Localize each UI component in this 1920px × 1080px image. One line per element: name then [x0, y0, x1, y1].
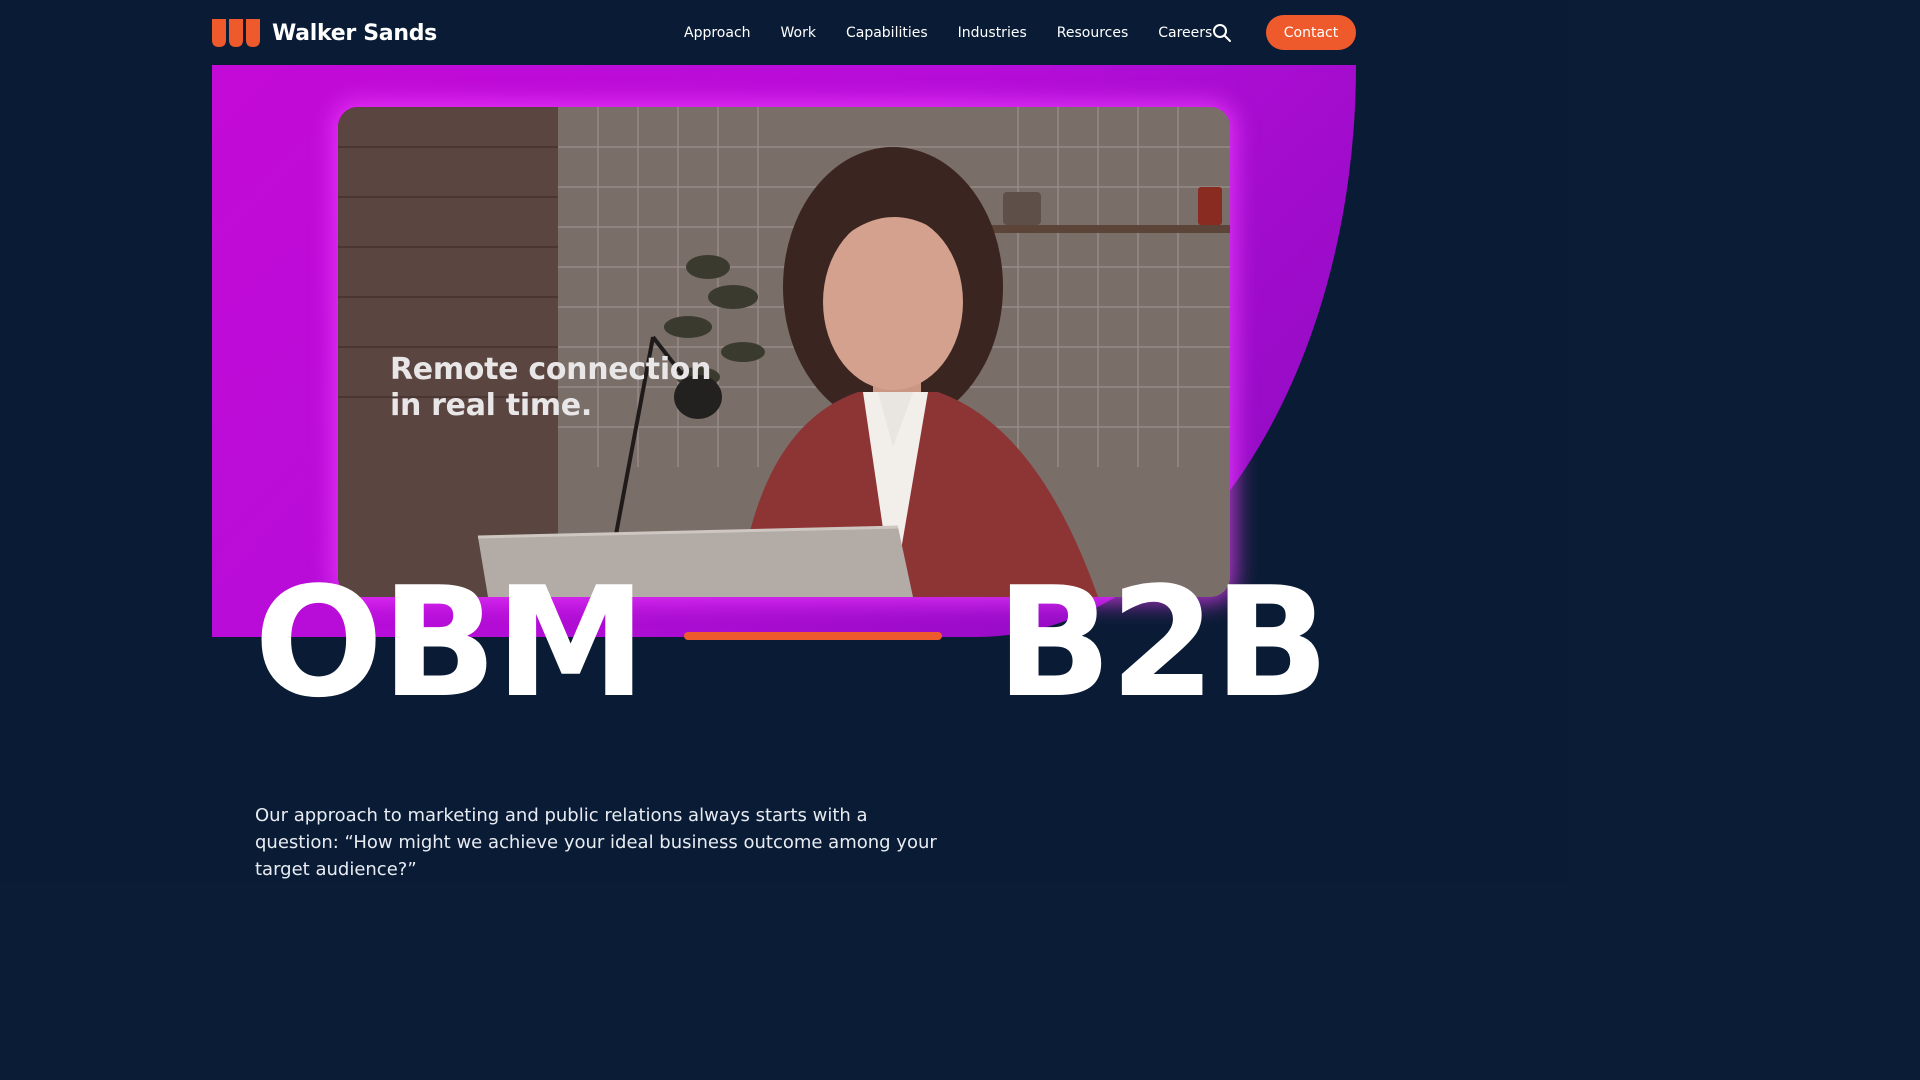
hero-divider-bar	[684, 632, 942, 640]
site-header: Walker Sands Approach Work Capabilities …	[212, 15, 1356, 51]
video-caption-line-2: in real time.	[390, 388, 592, 423]
video-caption-line-1: Remote connection	[390, 352, 712, 387]
video-caption: Remote connection in real time.	[390, 352, 711, 424]
walker-sands-logo-icon	[212, 19, 260, 47]
nav-item-careers[interactable]: Careers	[1158, 25, 1212, 41]
nav-item-capabilities[interactable]: Capabilities	[846, 25, 928, 41]
contact-button[interactable]: Contact	[1266, 15, 1356, 50]
hero-word-left: OBM	[254, 554, 646, 731]
main-nav: Approach Work Capabilities Industries Re…	[684, 15, 1242, 51]
search-icon[interactable]	[1212, 23, 1232, 43]
page: Walker Sands Approach Work Capabilities …	[0, 0, 1568, 882]
nav-item-approach[interactable]: Approach	[684, 25, 751, 41]
hero-word-right: B2B	[996, 554, 1329, 731]
intro-paragraph: Our approach to marketing and public rel…	[255, 805, 937, 880]
nav-item-industries[interactable]: Industries	[958, 25, 1027, 41]
hero-video[interactable]: Remote connection in real time.	[338, 107, 1230, 597]
nav-item-work[interactable]: Work	[781, 25, 816, 41]
brand-name: Walker Sands	[272, 20, 437, 46]
nav-item-resources[interactable]: Resources	[1057, 25, 1129, 41]
brand-logo[interactable]: Walker Sands	[212, 18, 437, 48]
